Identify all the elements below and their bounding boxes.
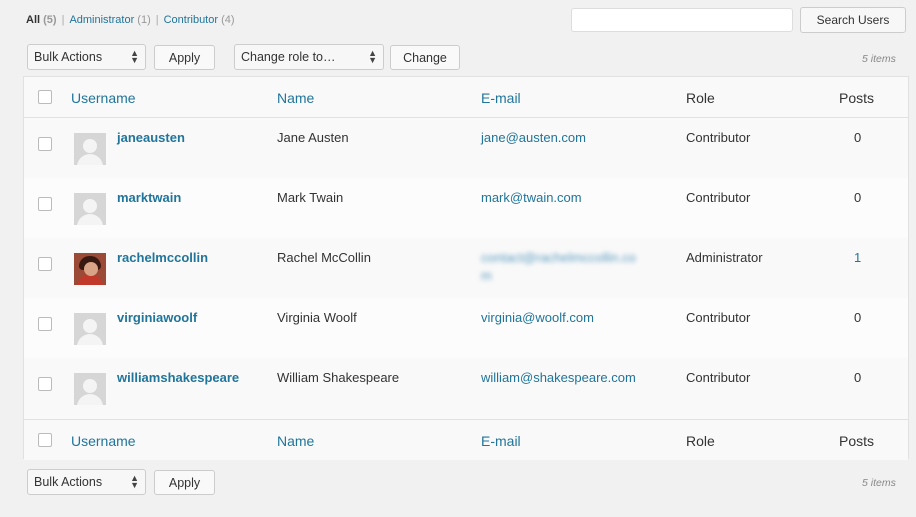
- table-row: williamshakespeare William Shakespeare w…: [24, 358, 908, 418]
- filter-all[interactable]: All (5): [26, 14, 57, 26]
- table-row: marktwain Mark Twain mark@twain.com Cont…: [24, 178, 908, 238]
- table-row: virginiawoolf Virginia Woolf virginia@wo…: [24, 298, 908, 358]
- row-checkbox[interactable]: [38, 317, 52, 331]
- search-input[interactable]: [571, 8, 793, 32]
- change-role-label: Change role to…: [241, 50, 336, 64]
- post-count: 0: [854, 130, 862, 145]
- row-checkbox[interactable]: [38, 197, 52, 211]
- user-name: William Shakespeare: [277, 370, 400, 385]
- filter-administrator-count: (1): [137, 14, 151, 26]
- select-all-checkbox[interactable]: [38, 90, 52, 104]
- filter-administrator-label: Administrator: [69, 14, 135, 26]
- select-arrows-icon: ▲ ▼: [130, 48, 139, 65]
- email-link[interactable]: contact@rachelmccollin.co: [481, 250, 636, 265]
- row-checkbox[interactable]: [38, 377, 52, 391]
- post-count-link[interactable]: 1: [854, 250, 861, 265]
- bulk-actions-label: Bulk Actions: [34, 50, 103, 64]
- column-header-role: Role: [686, 90, 715, 106]
- user-role: Contributor: [686, 190, 751, 205]
- email-link[interactable]: jane@austen.com: [481, 130, 586, 145]
- role-filter-links: All (5) | Administrator (1) | Contributor (4…: [26, 14, 235, 26]
- bulk-actions-label: Bulk Actions: [34, 475, 103, 489]
- select-arrows-icon: ▲ ▼: [130, 473, 139, 490]
- user-role: Contributor: [686, 130, 751, 145]
- email-link[interactable]: virginia@woolf.com: [481, 310, 594, 325]
- username-link[interactable]: marktwain: [117, 190, 181, 205]
- select-all-checkbox-footer[interactable]: [38, 433, 52, 447]
- user-role: Administrator: [686, 250, 763, 265]
- filter-all-count: (5): [43, 14, 57, 26]
- user-name: Virginia Woolf: [277, 310, 357, 325]
- items-count-bottom: 5 items: [862, 477, 896, 489]
- select-arrows-icon: ▲ ▼: [368, 48, 377, 65]
- username-link[interactable]: virginiawoolf: [117, 310, 197, 325]
- column-footer-posts[interactable]: Posts: [839, 433, 874, 449]
- filter-contributor[interactable]: Contributor (4): [164, 14, 235, 26]
- avatar: [74, 193, 106, 225]
- email-link[interactable]: mark@twain.com: [481, 190, 582, 205]
- username-link[interactable]: rachelmccollin: [117, 250, 208, 265]
- column-footer-role: Role: [686, 433, 715, 449]
- post-count: 0: [854, 370, 862, 385]
- column-footer-username[interactable]: Username: [71, 433, 136, 449]
- filter-all-label: All: [26, 14, 41, 26]
- post-count: 0: [854, 310, 862, 325]
- users-table: Username Name E-mail Role Posts janeaust…: [23, 76, 909, 460]
- table-body: janeausten Jane Austen jane@austen.com C…: [24, 118, 908, 418]
- user-name: Rachel McCollin: [277, 250, 371, 265]
- column-header-posts[interactable]: Posts: [839, 90, 874, 106]
- email-link-continuation: m: [481, 268, 492, 283]
- row-checkbox[interactable]: [38, 257, 52, 271]
- table-header: Username Name E-mail Role Posts: [24, 77, 908, 118]
- filter-contributor-label: Contributor: [163, 14, 219, 26]
- bulk-actions-select-top[interactable]: Bulk Actions ▲ ▼: [27, 44, 146, 70]
- user-name: Mark Twain: [277, 190, 344, 205]
- change-role-select[interactable]: Change role to… ▲ ▼: [234, 44, 384, 70]
- filter-contributor-count: (4): [221, 14, 235, 26]
- column-footer-name[interactable]: Name: [277, 433, 314, 449]
- table-row: janeausten Jane Austen jane@austen.com C…: [24, 118, 908, 178]
- row-checkbox[interactable]: [38, 137, 52, 151]
- avatar: [74, 313, 106, 345]
- user-role: Contributor: [686, 370, 751, 385]
- items-count-top: 5 items: [862, 53, 896, 65]
- apply-button-top[interactable]: Apply: [154, 45, 215, 70]
- bulk-actions-select-bottom[interactable]: Bulk Actions ▲ ▼: [27, 469, 146, 495]
- column-header-username[interactable]: Username: [71, 90, 136, 106]
- table-row: rachelmccollin Rachel McCollin contact@r…: [24, 238, 908, 298]
- table-footer: Username Name E-mail Role Posts: [24, 419, 908, 460]
- avatar: [74, 133, 106, 165]
- filter-administrator[interactable]: Administrator (1): [69, 14, 150, 26]
- email-link[interactable]: william@shakespeare.com: [481, 370, 636, 385]
- column-header-email[interactable]: E-mail: [481, 90, 521, 106]
- user-name: Jane Austen: [277, 130, 349, 145]
- separator: |: [155, 14, 159, 26]
- change-button[interactable]: Change: [390, 45, 460, 70]
- column-header-name[interactable]: Name: [277, 90, 314, 106]
- search-users-button[interactable]: Search Users: [800, 7, 906, 33]
- separator: |: [61, 14, 65, 26]
- username-link[interactable]: janeausten: [117, 130, 185, 145]
- username-link[interactable]: williamshakespeare: [117, 370, 239, 385]
- avatar: [74, 253, 106, 285]
- post-count: 0: [854, 190, 862, 205]
- apply-button-bottom[interactable]: Apply: [154, 470, 215, 495]
- avatar: [74, 373, 106, 405]
- user-role: Contributor: [686, 310, 751, 325]
- column-footer-email[interactable]: E-mail: [481, 433, 521, 449]
